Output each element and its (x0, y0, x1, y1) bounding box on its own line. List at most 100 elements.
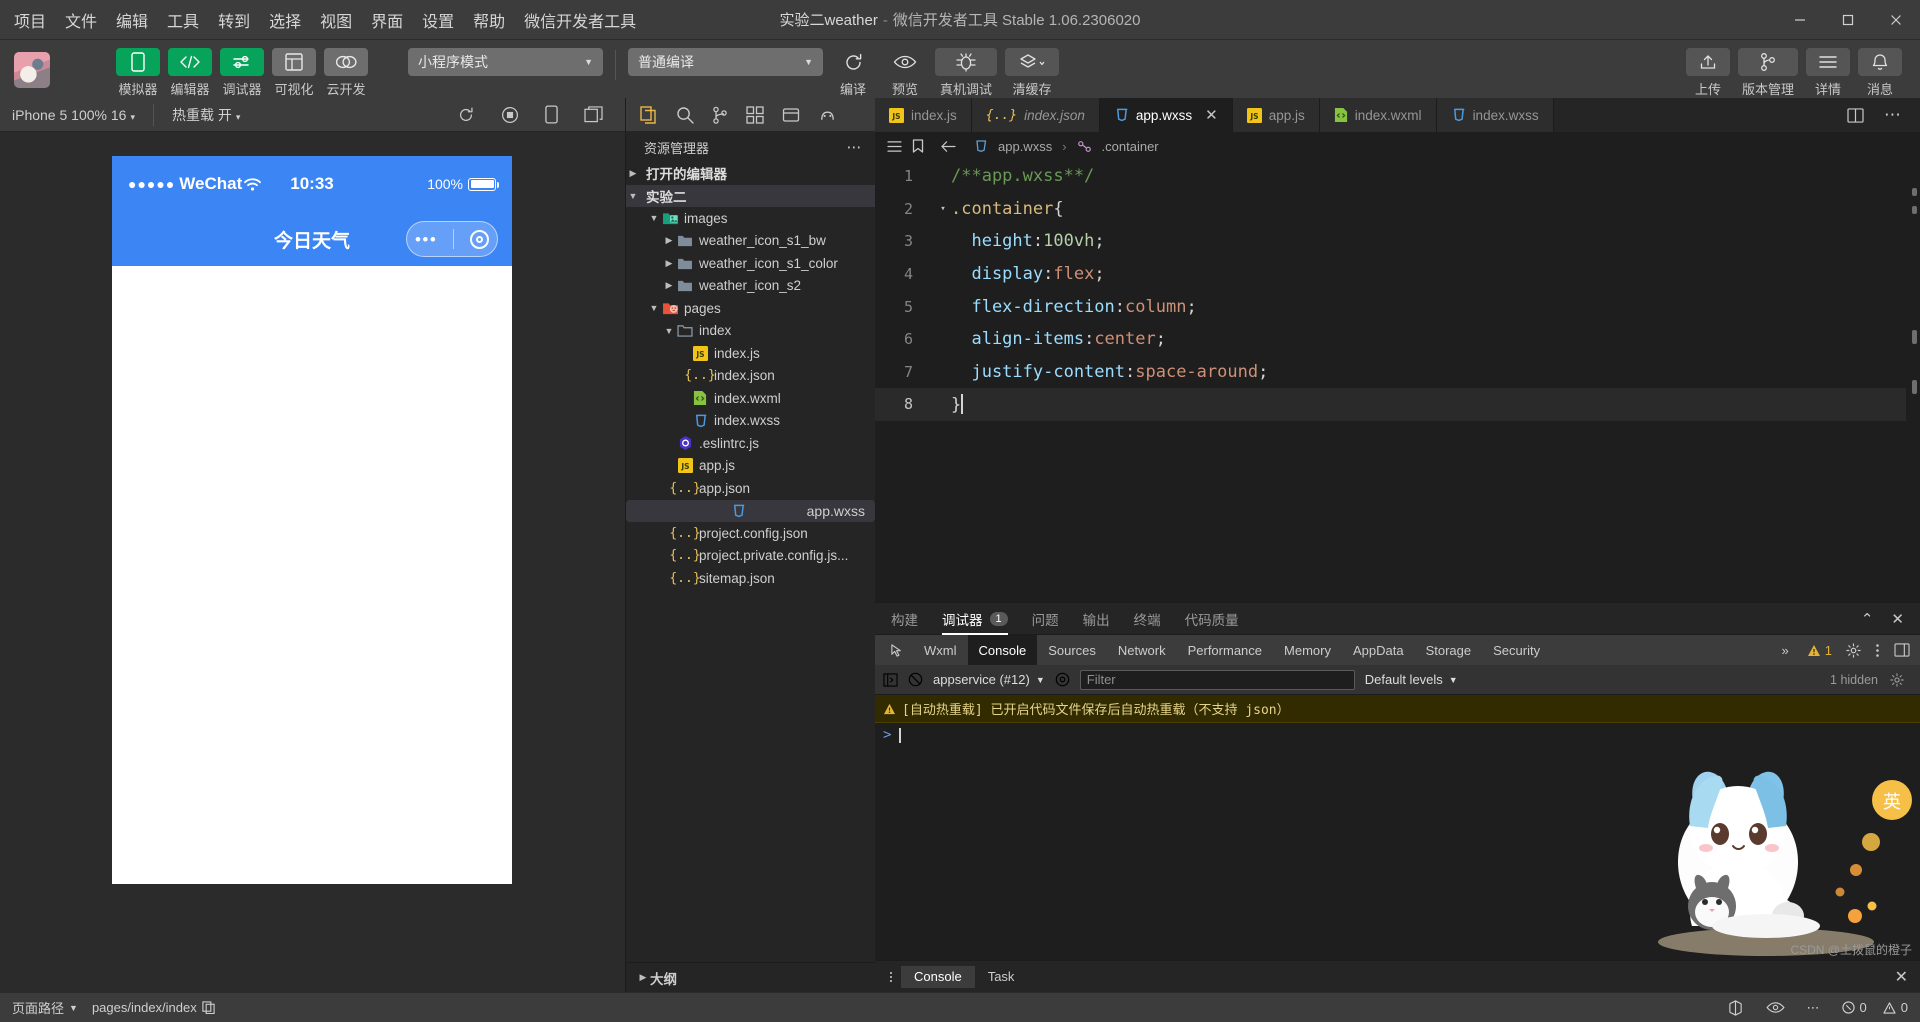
menu-item[interactable]: 选择 (269, 8, 301, 32)
toolbar-button-messages[interactable]: 消息 (1858, 48, 1902, 98)
toolbar-button-device-debug[interactable]: 真机调试 (935, 48, 997, 98)
menu-item[interactable]: 视图 (320, 8, 352, 32)
close-icon[interactable]: ✕ (1205, 106, 1218, 124)
code-line[interactable]: 2 ▾ .container{ (875, 193, 1920, 226)
menu-item[interactable]: 编辑 (116, 8, 148, 32)
chevron-right-icon[interactable]: ▶ (662, 235, 676, 246)
phone-icon[interactable] (545, 105, 558, 124)
devtools-tab-4[interactable]: 终端 (1134, 603, 1161, 635)
toolbar-button-details[interactable]: 详情 (1806, 48, 1850, 98)
refresh-icon[interactable] (457, 106, 475, 124)
menu-item[interactable]: 界面 (371, 8, 403, 32)
editor-minimap[interactable] (1906, 160, 1920, 602)
tree-item[interactable]: index.wxml (626, 387, 875, 410)
menu-item[interactable]: 工具 (167, 8, 199, 32)
code-line[interactable]: 4 display:flex; (875, 258, 1920, 291)
gear-icon[interactable] (1846, 642, 1861, 658)
toolbar-button-upload[interactable]: 上传 (1686, 48, 1730, 98)
console-prompt[interactable]: > (875, 723, 1920, 747)
toolbar-button-visual[interactable]: 可视化 (272, 48, 316, 98)
hot-reload-select[interactable]: 热重载 开 ▾ (172, 105, 240, 125)
devtools-tab-5[interactable]: 代码质量 (1185, 603, 1239, 635)
devtools-tab-0[interactable]: 构建 (891, 603, 918, 635)
execute-icon[interactable] (883, 672, 898, 687)
code-editor[interactable]: 1 /**app.wxss**/ 2 ▾ .container{3 height:100… (875, 160, 1920, 602)
minimize-button[interactable] (1776, 0, 1824, 40)
branch-icon[interactable] (712, 106, 728, 124)
window-icon[interactable] (584, 106, 603, 123)
menu-item[interactable]: 文件 (65, 8, 97, 32)
inspect-icon[interactable] (881, 643, 913, 658)
menu-item[interactable]: 项目 (14, 8, 46, 32)
toolbar-button-editor[interactable]: 编辑器 (168, 48, 212, 98)
chevron-right-icon[interactable]: ▶ (662, 280, 676, 291)
tree-item[interactable]: {..} index.json (626, 365, 875, 388)
toolbar-button-debugger[interactable]: 调试器 (220, 48, 264, 98)
console-levels-select[interactable]: Default levels ▼ (1365, 672, 1458, 687)
tree-item[interactable]: JS index.js (626, 342, 875, 365)
toolbar-button-simulator[interactable]: 模拟器 (116, 48, 160, 98)
devtools-tab-1[interactable]: 调试器 1 (942, 603, 1008, 635)
tree-item[interactable]: ▶ weather_icon_s2 (626, 275, 875, 298)
code-line[interactable]: 5 flex-direction:column; (875, 290, 1920, 323)
more-icon[interactable]: ⋯ (1807, 1000, 1820, 1016)
capsule-buttons[interactable]: ••• (406, 221, 498, 257)
cdt-tab-performance[interactable]: Performance (1177, 635, 1273, 665)
more-icon[interactable]: ⋯ (1884, 105, 1902, 125)
chevron-right-icon[interactable]: ▶ (662, 258, 676, 269)
breadcrumb-symbol[interactable]: .container (1102, 139, 1159, 154)
tree-item[interactable]: {..} sitemap.json (626, 567, 875, 590)
cdt-tab-security[interactable]: Security (1482, 635, 1551, 665)
console-context-select[interactable]: appservice (#12) ▼ (933, 672, 1045, 687)
problems-summary[interactable]: 0 0 (1841, 1000, 1908, 1015)
tree-item[interactable]: JS app.js (626, 455, 875, 478)
editor-tab-index-wxml[interactable]: index.wxml (1319, 98, 1437, 132)
devtools-tab-3[interactable]: 输出 (1083, 603, 1110, 635)
network-icon[interactable] (1727, 999, 1744, 1016)
cdt-tab-appdata[interactable]: AppData (1342, 635, 1415, 665)
console-output[interactable]: [自动热重载] 已开启代码文件保存后自动热重载（不支持 json） > 英 CS… (875, 695, 1920, 960)
menu-item[interactable]: 微信开发者工具 (524, 8, 636, 32)
toolbar-button-cloud[interactable]: 云开发 (324, 48, 368, 98)
tree-item[interactable]: app.wxss (626, 499, 875, 522)
kebab-icon[interactable] (881, 970, 901, 984)
fold-chevron-icon[interactable]: ▾ (935, 204, 951, 214)
code-line[interactable]: 8} (875, 388, 1920, 421)
drawer-tab-task[interactable]: Task (975, 966, 1028, 988)
code-line[interactable]: 7 justify-content:space-around; (875, 356, 1920, 389)
record-icon[interactable] (501, 106, 519, 124)
npm-icon[interactable] (818, 106, 837, 124)
drawer-tab-console[interactable]: Console (901, 965, 975, 988)
maximize-button[interactable] (1824, 0, 1872, 40)
editor-tab-app-wxss[interactable]: app.wxss ✕ (1099, 98, 1233, 132)
explorer-section-open-editors[interactable]: ▶ 打开的编辑器 (626, 162, 875, 185)
drawer-close-button[interactable]: ✕ (1895, 967, 1920, 987)
cdt-tab-wxml[interactable]: Wxml (913, 635, 968, 665)
warning-count[interactable]: 1 (1807, 643, 1832, 658)
compile-select[interactable]: 普通编译 ▼ (628, 48, 823, 76)
bookmark-icon[interactable] (912, 139, 924, 153)
devtools-tab-2[interactable]: 问题 (1032, 603, 1059, 635)
device-select[interactable]: iPhone 5 100% 16 ▾ (12, 107, 135, 123)
close-button[interactable] (1872, 0, 1920, 40)
cdt-tab-memory[interactable]: Memory (1273, 635, 1342, 665)
user-avatar[interactable] (14, 52, 50, 88)
console-filter-input[interactable]: Filter (1079, 669, 1355, 690)
menu-item[interactable]: 帮助 (473, 8, 505, 32)
editor-tab-index-js[interactable]: JS index.js (875, 98, 972, 132)
chevron-down-icon[interactable]: ▼ (662, 326, 676, 336)
menu-item[interactable]: 设置 (422, 8, 454, 32)
tree-item[interactable]: {..} project.private.config.js... (626, 545, 875, 568)
cdt-tab-console[interactable]: Console (967, 635, 1038, 665)
explorer-section-project[interactable]: ▼ 实验二 (626, 184, 875, 207)
breadcrumb-file[interactable]: app.wxss (998, 139, 1052, 154)
tree-item[interactable]: .eslintrc.js (626, 432, 875, 455)
code-line[interactable]: 3 height:100vh; (875, 225, 1920, 258)
eye-icon[interactable] (1055, 672, 1070, 687)
toolbar-button-compile[interactable]: 编译 (831, 48, 875, 98)
eye-icon[interactable] (1765, 1001, 1785, 1014)
more-icon[interactable]: ⋯ (847, 138, 864, 156)
tree-item[interactable]: ▶ weather_icon_s1_bw (626, 230, 875, 253)
chevron-down-icon[interactable]: ▼ (647, 213, 661, 223)
gear-icon[interactable] (1890, 672, 1904, 687)
